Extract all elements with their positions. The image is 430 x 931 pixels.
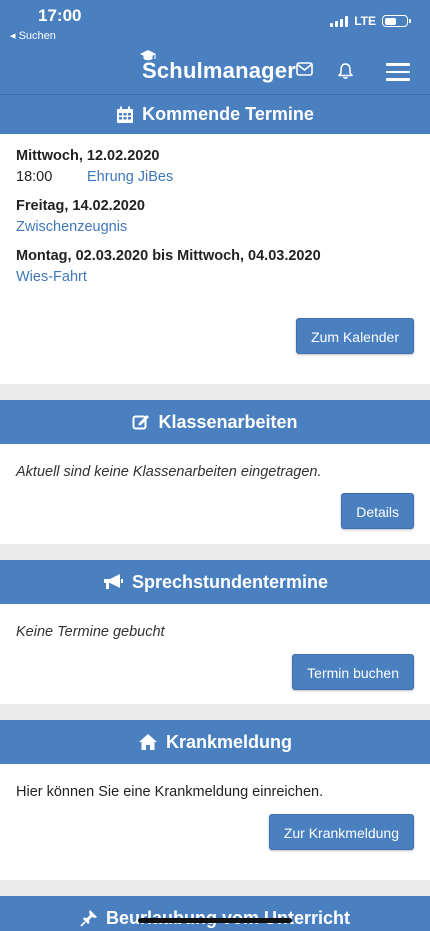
exams-header: Klassenarbeiten — [0, 400, 430, 444]
app-logo[interactable]: Schulmanager — [140, 50, 297, 84]
battery-icon — [382, 15, 411, 27]
network-label: LTE — [354, 14, 376, 28]
leave-header: Beurlaubung vom Unterricht — [0, 896, 430, 931]
event-link[interactable]: Ehrung JiBes — [87, 166, 173, 188]
exams-details-button[interactable]: Details — [341, 493, 414, 529]
sickness-title: Krankmeldung — [165, 731, 293, 752]
event-date: Mittwoch, 12.02.2020 — [16, 148, 160, 164]
event-date: Freitag, 14.02.2020 — [16, 198, 145, 214]
graduation-cap-icon — [140, 50, 156, 61]
signal-icon — [330, 15, 349, 27]
exams-title: Klassenarbeiten — [158, 411, 298, 432]
event-item: Mittwoch, 12.02.2020 18:00 Ehrung JiBes — [16, 146, 414, 188]
event-link[interactable]: Zwischenzeugnis — [16, 216, 127, 238]
event-item: Montag, 02.03.2020 bis Mittwoch, 04.03.2… — [16, 246, 414, 288]
sickness-header: Krankmeldung — [0, 720, 430, 764]
bell-icon[interactable] — [337, 62, 354, 80]
home-indicator[interactable] — [138, 918, 292, 923]
event-item: Freitag, 14.02.2020 Zwischenzeugnis — [16, 196, 414, 238]
book-appointment-button[interactable]: Termin buchen — [292, 654, 414, 690]
consultation-header: Sprechstundentermine — [0, 560, 430, 604]
consultation-empty-text: Keine Termine gebucht — [16, 624, 165, 640]
report-sickness-button[interactable]: Zur Krankmeldung — [268, 814, 414, 850]
exams-panel: Aktuell sind keine Klassenarbeiten einge… — [0, 444, 430, 544]
top-bar: 17:00 ◂ Suchen LTE Schulmanager — [0, 0, 430, 94]
calendar-icon — [117, 106, 134, 123]
status-time: 17:00 — [38, 6, 82, 25]
megaphone-icon — [103, 574, 123, 589]
edit-icon — [132, 415, 150, 430]
back-to-search-link[interactable]: ◂ Suchen — [10, 29, 56, 42]
sickness-text: Hier können Sie eine Krankmeldung einrei… — [16, 784, 324, 800]
consultation-panel: Keine Termine gebucht Termin buchen — [0, 604, 430, 704]
exams-empty-text: Aktuell sind keine Klassenarbeiten einge… — [16, 464, 322, 480]
sickness-panel: Hier können Sie eine Krankmeldung einrei… — [0, 764, 430, 880]
home-icon — [138, 734, 157, 750]
app-title: Schulmanager — [142, 58, 297, 83]
status-indicators: LTE — [330, 14, 411, 28]
event-time: 18:00 — [16, 169, 53, 185]
upcoming-events-panel: Mittwoch, 12.02.2020 18:00 Ehrung JiBes … — [0, 134, 430, 384]
hamburger-menu-icon[interactable] — [386, 63, 410, 86]
to-calendar-button[interactable]: Zum Kalender — [296, 318, 414, 354]
pin-icon — [80, 910, 97, 927]
event-date: Montag, 02.03.2020 bis Mittwoch, 04.03.2… — [16, 248, 321, 264]
mail-icon[interactable] — [296, 62, 313, 76]
upcoming-events-header: Kommende Termine — [0, 94, 430, 134]
upcoming-events-title: Kommende Termine — [142, 104, 314, 124]
event-link[interactable]: Wies-Fahrt — [16, 266, 87, 288]
consultation-title: Sprechstundentermine — [131, 571, 329, 592]
